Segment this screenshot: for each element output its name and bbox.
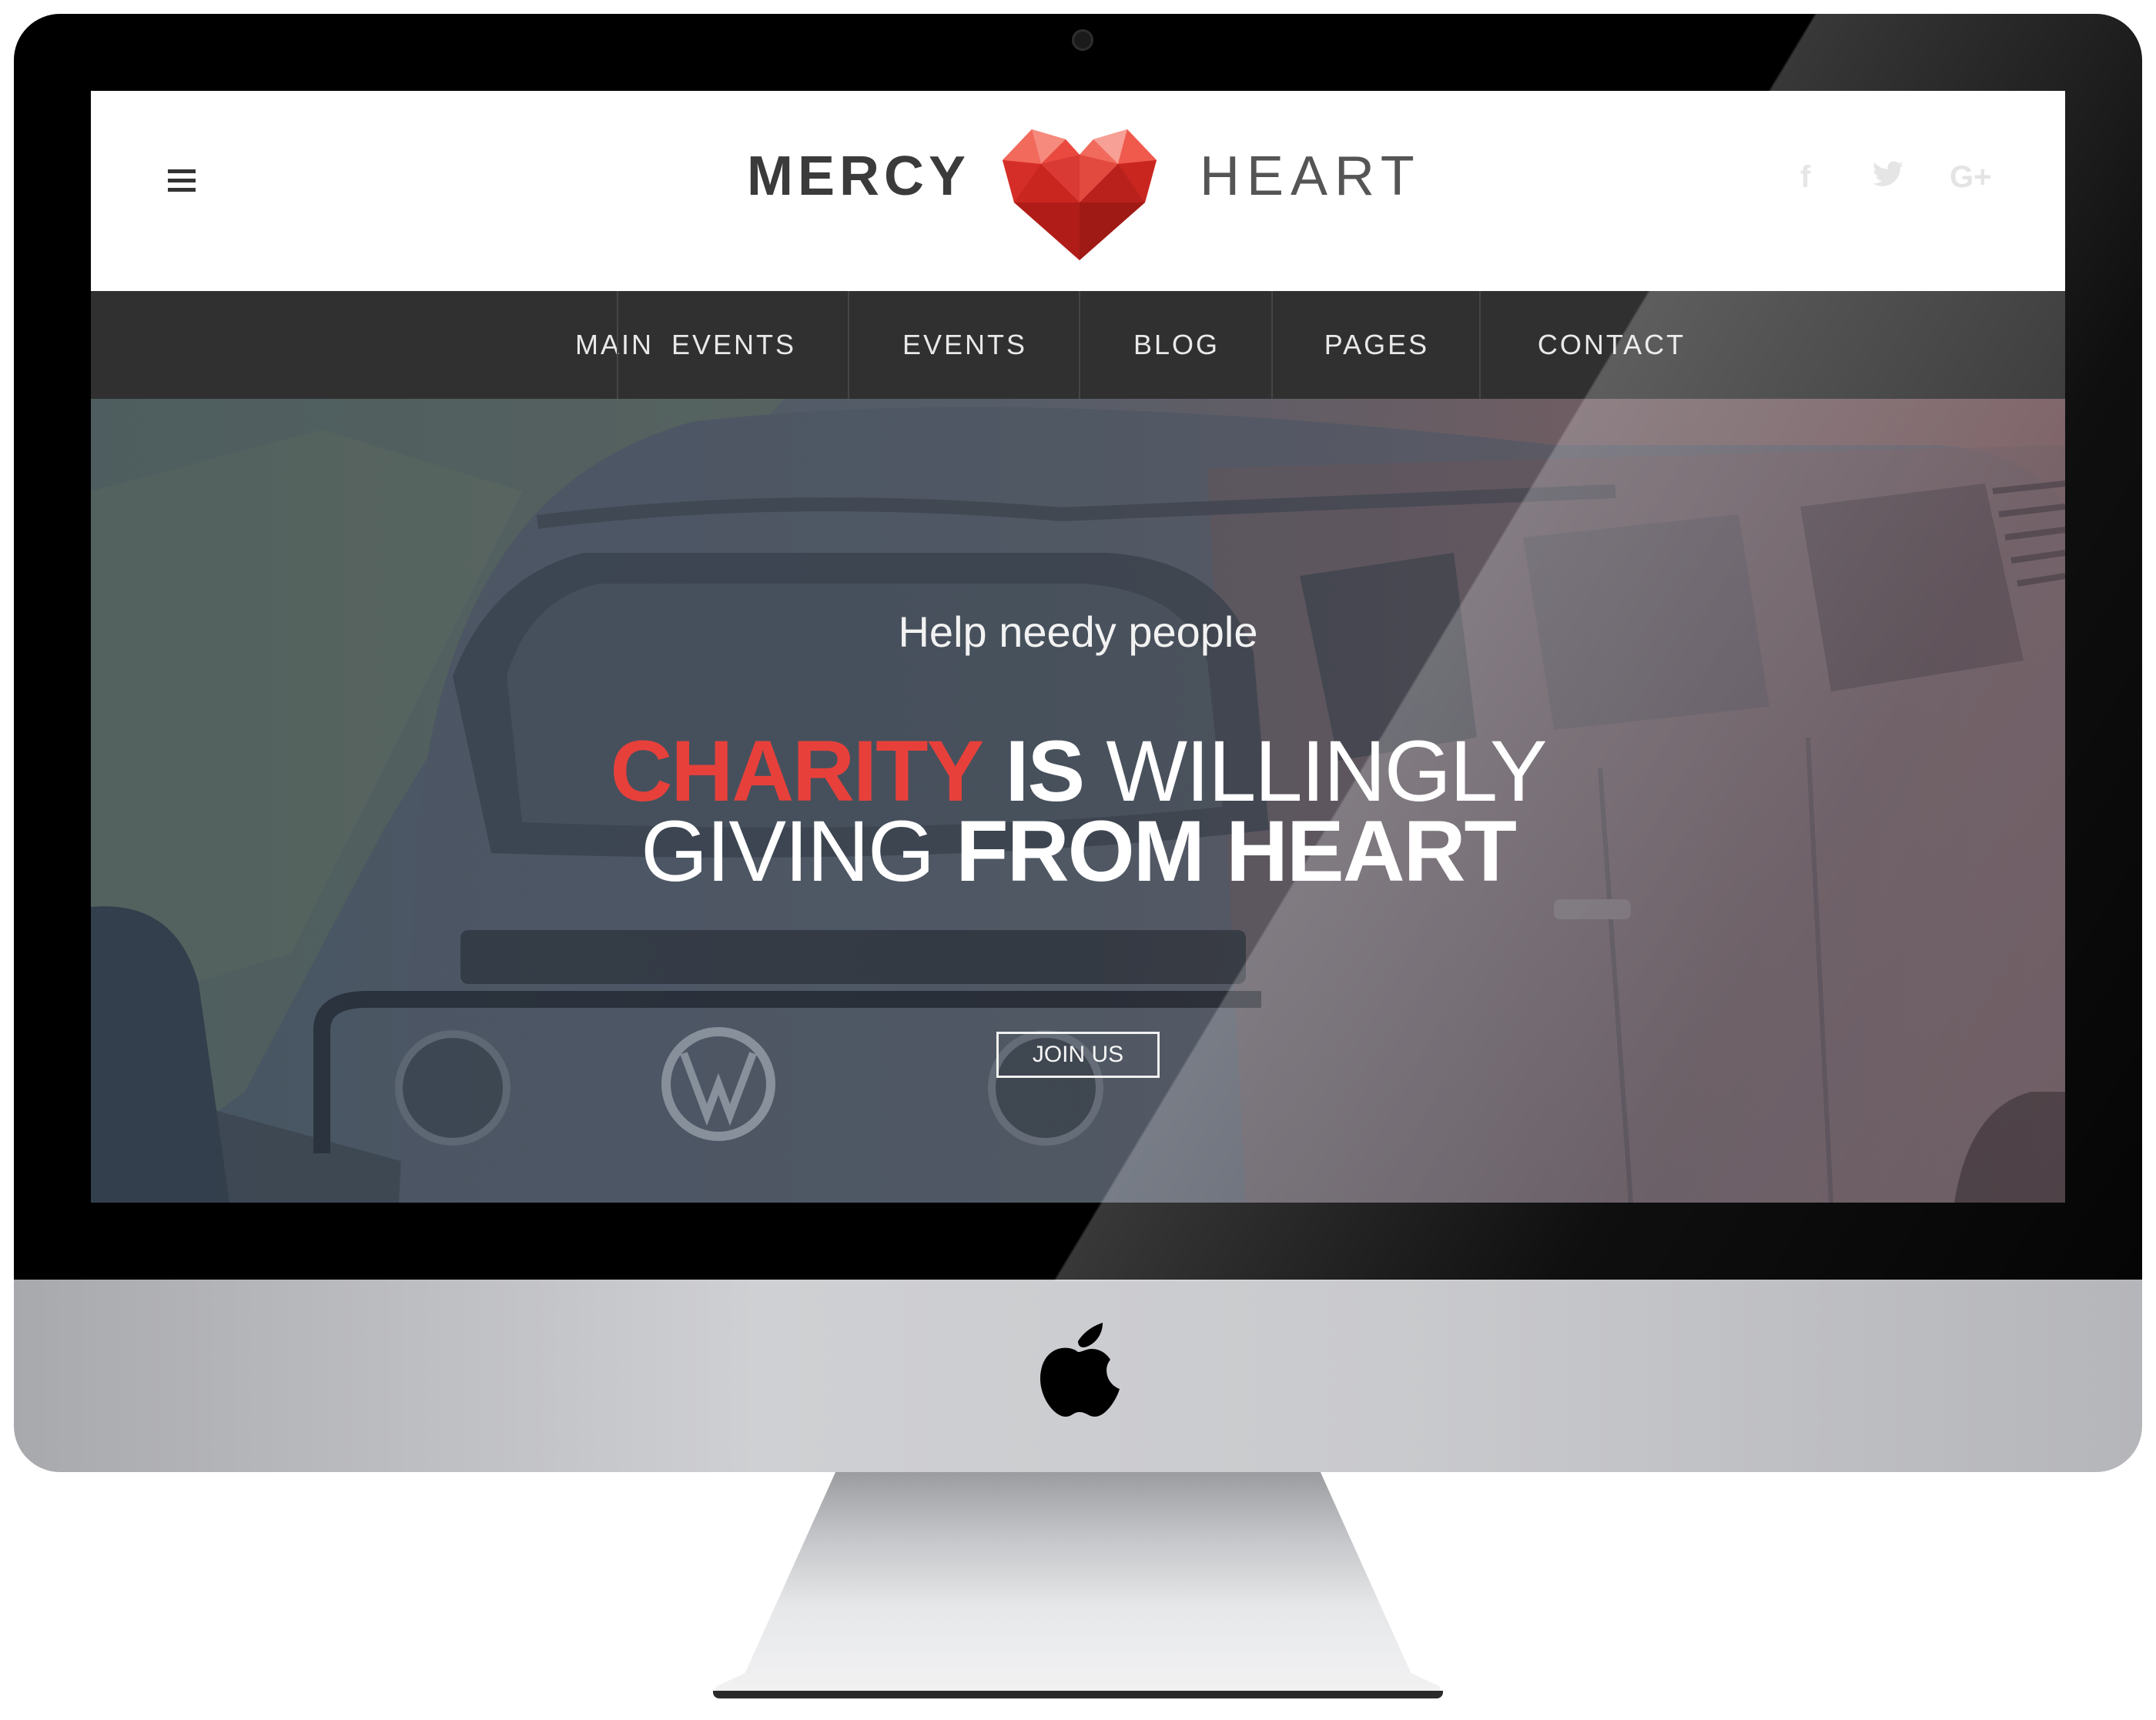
- monitor-stand: [716, 1472, 1440, 1695]
- browser-screen: MERCY HEART f G+ MAIN EVENTS EVENTS BLOG…: [91, 91, 2065, 1203]
- nav-item-pages[interactable]: PAGES: [1273, 291, 1481, 399]
- nav-item-blog[interactable]: BLOG: [1080, 291, 1273, 399]
- site-header: MERCY HEART f G+: [91, 91, 2065, 291]
- google-plus-icon[interactable]: G+: [1950, 160, 1991, 195]
- stand-base-edge: [713, 1691, 1443, 1698]
- hamburger-menu-icon[interactable]: [168, 169, 196, 192]
- headline-word-giving: GIVING: [641, 803, 935, 899]
- hero-banner: Help needy people CHARITY IS WILLINGLY G…: [91, 399, 2065, 1203]
- hero-headline-line-1: CHARITY IS WILLINGLY: [91, 728, 2065, 815]
- hero-headline-line-2: GIVING FROM HEART: [91, 808, 2065, 895]
- nav-item-contact[interactable]: CONTACT: [1481, 291, 1743, 399]
- logo-text-mercy[interactable]: MERCY: [747, 145, 970, 208]
- webcam-dot: [1072, 29, 1093, 51]
- nav-item-events[interactable]: EVENTS: [618, 291, 849, 399]
- join-us-button[interactable]: JOIN US: [996, 1032, 1160, 1078]
- hero-subtitle: Help needy people: [898, 607, 1258, 656]
- facebook-icon[interactable]: f: [1800, 160, 1810, 195]
- twitter-icon[interactable]: [1871, 160, 1905, 199]
- apple-logo-icon: [1040, 1323, 1120, 1417]
- logo-text-heart[interactable]: HEART: [1200, 145, 1421, 208]
- nav-item-events-2[interactable]: EVENTS: [849, 291, 1080, 399]
- headline-words-from-heart: FROM HEART: [956, 803, 1517, 899]
- heart-logo-icon[interactable]: [995, 118, 1164, 272]
- main-navigation: MAIN EVENTS EVENTS BLOG PAGES CONTACT: [91, 291, 2065, 399]
